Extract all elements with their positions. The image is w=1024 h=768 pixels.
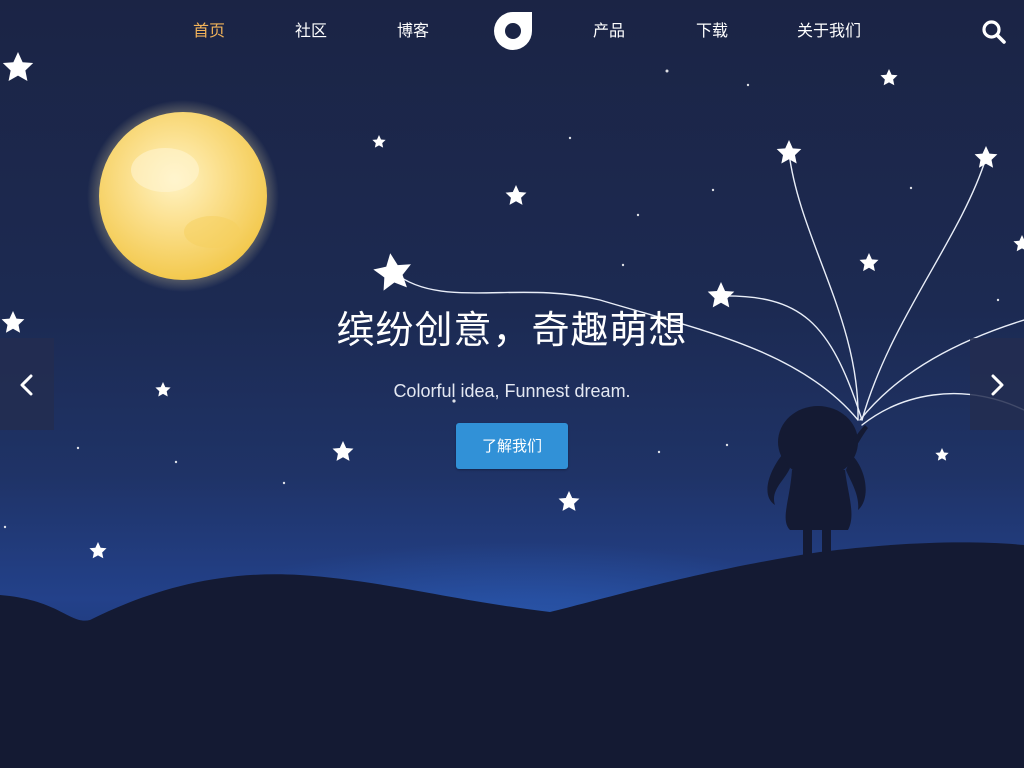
carousel-prev-button[interactable] bbox=[0, 338, 54, 430]
search-icon[interactable] bbox=[980, 18, 1008, 46]
nav-item-about[interactable]: 关于我们 bbox=[797, 19, 861, 43]
girl-silhouette bbox=[767, 406, 868, 556]
logo-icon[interactable] bbox=[492, 10, 534, 52]
chevron-left-icon bbox=[20, 374, 33, 396]
nav-item-blog[interactable]: 博客 bbox=[397, 19, 429, 43]
learn-more-button[interactable]: 了解我们 bbox=[456, 423, 568, 469]
nav-item-home[interactable]: 首页 bbox=[193, 19, 225, 43]
carousel-next-button[interactable] bbox=[970, 338, 1024, 430]
top-nav: 首页 社区 博客 产品 下载 关于我们 bbox=[0, 0, 1024, 62]
hills bbox=[0, 542, 1024, 768]
hero-subtitle: Colorful idea, Funnest dream. bbox=[393, 381, 631, 401]
moon bbox=[87, 100, 279, 292]
nav-item-download[interactable]: 下载 bbox=[696, 19, 728, 43]
nav-item-community[interactable]: 社区 bbox=[295, 19, 327, 43]
nav-item-products[interactable]: 产品 bbox=[593, 19, 625, 43]
chevron-right-icon bbox=[991, 374, 1004, 396]
hero-title: 缤纷创意，奇趣萌想 bbox=[336, 308, 688, 352]
hero-banner: 首页 社区 博客 产品 下载 关于我们 缤纷创意，奇趣萌想 Colorful i… bbox=[0, 0, 1024, 768]
